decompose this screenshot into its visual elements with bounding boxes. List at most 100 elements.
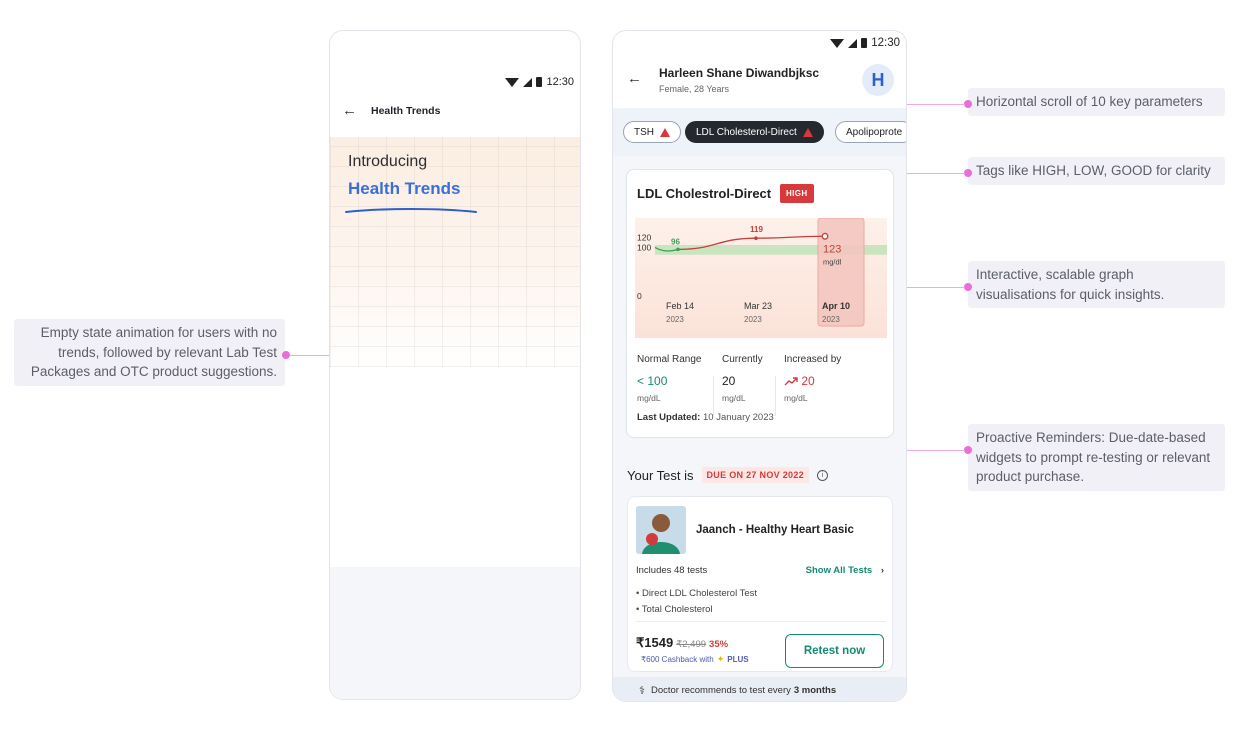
your-test-label: Your Test is bbox=[627, 467, 694, 483]
annotation-dot bbox=[964, 169, 972, 177]
stat-unit: mg/dL bbox=[784, 393, 808, 403]
plus-star-icon: ✦ bbox=[716, 654, 725, 664]
due-reminder-row: Your Test is DUE ON 27 NOV 2022 i bbox=[627, 467, 828, 483]
stat-current: Currently 20 mg/dL bbox=[722, 354, 763, 403]
parameter-title: LDL Cholestrol-Direct bbox=[637, 186, 772, 201]
divider bbox=[636, 621, 886, 622]
y-tick-label: 120 bbox=[637, 233, 651, 243]
chip-tsh[interactable]: TSH bbox=[623, 121, 681, 143]
signal-icon bbox=[523, 77, 533, 87]
warning-icon bbox=[802, 127, 813, 137]
wifi-icon bbox=[830, 38, 845, 48]
data-unit-label: mg/dl bbox=[823, 257, 842, 266]
stat-divider bbox=[713, 376, 714, 416]
test-item: • Direct LDL Cholesterol Test bbox=[636, 588, 758, 599]
data-point bbox=[821, 232, 829, 240]
doctor-recommendation: ⚕ Doctor recommends to test every 3 mont… bbox=[613, 677, 906, 701]
info-icon[interactable]: i bbox=[816, 469, 828, 481]
cashback-info: ₹600 Cashback with ✦ PLUS bbox=[641, 654, 749, 665]
app-header: ← Health Trends bbox=[342, 103, 440, 118]
annotation-horizontal-scroll: Horizontal scroll of 10 key parameters bbox=[968, 88, 1225, 116]
last-updated: Last Updated: 10 January 2023 bbox=[637, 412, 774, 423]
chevron-right-icon: › bbox=[880, 565, 884, 576]
cashback-text: ₹600 Cashback with bbox=[641, 655, 714, 664]
annotation-dot bbox=[964, 446, 972, 454]
avatar[interactable]: H bbox=[862, 64, 894, 96]
stat-label: Normal Range bbox=[637, 354, 702, 365]
stat-normal-range: Normal Range < 100 mg/dL bbox=[637, 354, 701, 403]
stat-label: Increased by bbox=[784, 354, 842, 365]
chip-ldl-cholesterol[interactable]: LDL Cholesterol-Direct bbox=[685, 121, 824, 143]
last-updated-label: Last Updated: bbox=[637, 412, 701, 423]
annotation-graph: Interactive, scalable graph visualisatio… bbox=[968, 261, 1225, 308]
back-arrow-icon[interactable]: ← bbox=[627, 71, 642, 86]
status-time: 12:30 bbox=[546, 76, 574, 88]
patient-header: ← Harleen Shane Diwandbjksc Female, 28 Y… bbox=[613, 64, 906, 107]
phone-empty-state: 12:30 ← Health Trends Introducing Health… bbox=[329, 30, 581, 700]
chip-label: LDL Cholesterol-Direct bbox=[696, 126, 797, 138]
annotation-connector bbox=[290, 355, 330, 356]
price-discount: 35% bbox=[709, 639, 729, 650]
battery-icon bbox=[861, 38, 868, 48]
status-bar: 12:30 bbox=[505, 76, 574, 88]
y-tick-label: 0 bbox=[637, 291, 642, 301]
patient-details: Female, 28 Years bbox=[659, 84, 730, 94]
x-tick-label: Feb 14 bbox=[666, 301, 694, 311]
stat-increase: Increased by 20 mg/dL bbox=[784, 354, 841, 403]
package-name: Jaanch - Healthy Heart Basic bbox=[696, 524, 854, 536]
increase-value: 20 bbox=[801, 374, 815, 388]
back-arrow-icon[interactable]: ← bbox=[342, 103, 357, 118]
stethoscope-icon: ⚕ bbox=[639, 684, 645, 697]
warning-icon bbox=[660, 127, 670, 137]
doctor-photo-icon bbox=[636, 506, 686, 554]
plus-label: PLUS bbox=[727, 655, 749, 664]
trend-graph[interactable]: 0 100120 96 119 123 mg/dl Feb 14 2023 Mar 23 2023… bbox=[635, 218, 887, 338]
package-includes: Includes 48 tests bbox=[636, 565, 708, 576]
stat-label: Currently bbox=[722, 354, 763, 365]
parameter-card: LDL Cholestrol-Direct HIGH 0 100 120 96 119 1… bbox=[626, 169, 894, 438]
stat-unit: mg/dL bbox=[722, 393, 746, 403]
price-row: ₹1549 ₹2,499 35% bbox=[636, 635, 728, 651]
stat-unit: mg/dL bbox=[637, 393, 661, 403]
show-all-tests-link[interactable]: Show All Tests › bbox=[806, 565, 884, 576]
trend-up-icon bbox=[784, 377, 798, 386]
chip-apolipoprotein[interactable]: Apolipoprote bbox=[835, 121, 906, 143]
data-point bbox=[754, 236, 758, 240]
parameter-chips-scroll[interactable]: TSH LDL Cholesterol-Direct Apolipoprote bbox=[613, 108, 906, 156]
data-label: 123 bbox=[823, 243, 841, 255]
x-tick-year: 2023 bbox=[666, 315, 684, 324]
annotation-dot bbox=[964, 100, 972, 108]
hero-intro: Introducing bbox=[348, 153, 428, 170]
stat-divider bbox=[775, 376, 776, 416]
doctor-note-interval: 3 months bbox=[793, 684, 837, 696]
signal-icon bbox=[848, 38, 858, 48]
suggestions-placeholder bbox=[330, 567, 580, 699]
patient-name: Harleen Shane Diwandbjksc bbox=[659, 66, 820, 80]
package-card: Jaanch - Healthy Heart Basic Includes 48… bbox=[627, 496, 893, 672]
test-item: • Total Cholesterol bbox=[636, 604, 713, 615]
annotation-reminders: Proactive Reminders: Due-date-based widg… bbox=[968, 424, 1225, 491]
underline-swoosh-icon bbox=[345, 208, 477, 213]
annotation-empty-state: Empty state animation for users with no … bbox=[14, 319, 285, 386]
x-tick-year: 2023 bbox=[744, 315, 762, 324]
status-time: 12:30 bbox=[871, 37, 900, 49]
hero-title: Health Trends bbox=[348, 179, 461, 198]
due-date-badge: DUE ON 27 NOV 2022 bbox=[701, 467, 809, 483]
chip-label: TSH bbox=[634, 126, 654, 138]
x-tick-label: Apr 10 bbox=[822, 301, 850, 311]
status-bar: 12:30 bbox=[830, 37, 900, 49]
data-label: 119 bbox=[750, 225, 763, 234]
package-image bbox=[636, 506, 686, 554]
last-updated-value: 10 January 2023 bbox=[702, 412, 774, 423]
annotation-tags: Tags like HIGH, LOW, GOOD for clarity bbox=[968, 157, 1225, 185]
price-original: ₹2,499 bbox=[676, 639, 707, 650]
wifi-icon bbox=[505, 77, 520, 87]
battery-icon bbox=[536, 77, 543, 87]
doctor-note: Doctor recommends to test every bbox=[650, 684, 791, 696]
status-badge: HIGH bbox=[780, 184, 814, 203]
data-label: 96 bbox=[671, 237, 680, 246]
annotation-connector bbox=[907, 104, 965, 105]
retest-now-button[interactable]: Retest now bbox=[785, 634, 884, 668]
data-point bbox=[676, 247, 680, 252]
chip-label: Apolipoprote bbox=[846, 126, 903, 138]
